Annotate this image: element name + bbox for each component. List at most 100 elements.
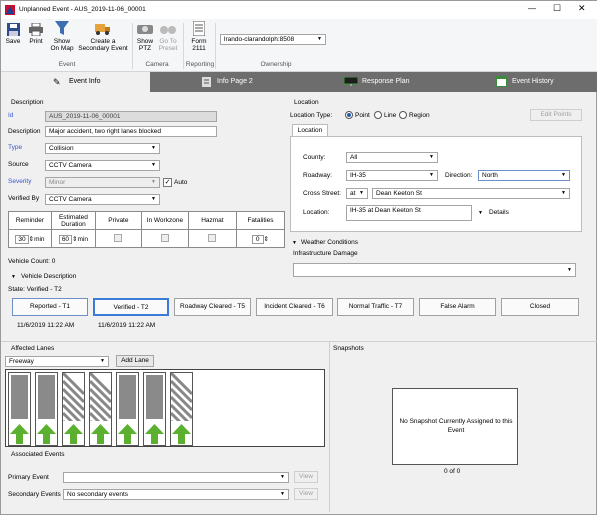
save-button[interactable]: Save xyxy=(4,23,22,45)
lane-3[interactable] xyxy=(62,372,85,446)
radio-line[interactable] xyxy=(374,111,382,119)
stage-roadway-cleared[interactable]: Roadway Cleared - T5 xyxy=(174,298,251,316)
stage-closed[interactable]: Closed xyxy=(501,298,579,316)
lane-7[interactable] xyxy=(170,372,193,446)
details-toggle[interactable]: Details xyxy=(489,209,509,217)
document-icon xyxy=(202,77,211,87)
stage-false-alarm[interactable]: False Alarm xyxy=(419,298,496,316)
col-header-private: Private xyxy=(94,211,142,230)
stage-verified-time: 11/6/2019 11:22 AM xyxy=(98,322,156,329)
title-bar: Unplanned Event - AUS_2019-11-06_00001 —… xyxy=(1,1,597,19)
binoculars-icon xyxy=(160,26,176,34)
location-header: Location xyxy=(294,99,319,106)
chevron-down-icon: ▼ xyxy=(561,172,566,178)
ribbon-toolbar: Save Print Show On Map Create a Secondary … xyxy=(1,19,597,72)
col-header-hazmat: Hazmat xyxy=(187,211,237,230)
tab-event-history[interactable]: Event History xyxy=(448,72,597,92)
auto-checkbox[interactable]: ✓ xyxy=(163,178,172,187)
secondary-events-select[interactable]: No secondary events ▼ xyxy=(63,489,289,500)
ribbon-separator xyxy=(132,23,133,69)
roadway-label: Roadway: xyxy=(303,172,332,179)
edit-points-button[interactable]: Edit Points xyxy=(530,109,582,121)
print-button[interactable]: Print xyxy=(26,23,46,45)
stage-incident-cleared[interactable]: Incident Cleared - T6 xyxy=(256,298,333,316)
secondary-events-label: Secondary Events xyxy=(8,491,61,498)
verified-by-label: Verified By xyxy=(8,195,40,202)
roadway-select[interactable]: IH-35 ▼ xyxy=(346,170,438,181)
in-workzone-checkbox[interactable] xyxy=(140,229,189,248)
expand-triangle-icon[interactable]: ▼ xyxy=(11,273,16,281)
add-lane-button[interactable]: Add Lane xyxy=(116,355,154,367)
primary-event-select[interactable]: ▼ xyxy=(63,472,289,483)
direction-select[interactable]: North ▼ xyxy=(478,170,570,181)
details-triangle-icon[interactable]: ▼ xyxy=(478,209,483,217)
app-icon xyxy=(5,5,15,15)
primary-event-label: Primary Event xyxy=(8,474,49,481)
chevron-down-icon: ▼ xyxy=(151,196,156,202)
severity-select[interactable]: Minor ▼ xyxy=(45,177,160,188)
location-type-label: Location Type: xyxy=(290,112,333,119)
verified-by-select[interactable]: CCTV Camera ▼ xyxy=(45,194,160,205)
close-button[interactable]: ✕ xyxy=(578,4,586,13)
private-checkbox[interactable] xyxy=(94,229,142,248)
weather-triangle-icon[interactable]: ▼ xyxy=(292,239,297,247)
state-label: State: Verified - T2 xyxy=(8,286,62,293)
severity-label: Severity xyxy=(8,178,32,185)
group-label-ownership: Ownership xyxy=(260,61,292,68)
go-to-preset-button[interactable]: Go To Preset xyxy=(157,21,179,52)
lane-2[interactable] xyxy=(35,372,58,446)
tab-event-info[interactable]: ✎ Event Info xyxy=(1,72,150,92)
county-select[interactable]: All ▼ xyxy=(346,152,438,163)
window-title: Unplanned Event - AUS_2019-11-06_00001 xyxy=(19,6,146,13)
save-icon xyxy=(6,23,20,36)
lane-5[interactable] xyxy=(116,372,139,446)
primary-view-button[interactable]: View xyxy=(294,471,318,483)
tab-info-page-2[interactable]: Info Page 2 xyxy=(150,72,299,92)
lane-6[interactable] xyxy=(143,372,166,446)
blocked-hatch-icon xyxy=(171,373,192,421)
cross-street-select[interactable]: Dean Keeton St ▼ xyxy=(372,188,570,199)
duration-stepper[interactable]: 60 ⇕min xyxy=(50,229,96,248)
description-field[interactable]: Major accident, two right lanes blocked xyxy=(45,126,217,137)
infrastructure-damage-select[interactable]: ▼ xyxy=(293,263,576,277)
stage-reported[interactable]: Reported - T1 xyxy=(12,298,88,316)
minimize-button[interactable]: — xyxy=(528,5,536,13)
source-select[interactable]: CCTV Camera ▼ xyxy=(45,160,160,171)
radio-line-label: Line xyxy=(384,112,397,119)
vehicle-description-toggle[interactable]: Vehicle Description xyxy=(21,273,76,281)
arrow-up-icon xyxy=(172,424,191,444)
ownership-select[interactable]: lrando-clarandolph:8508 ▼ xyxy=(220,34,326,45)
hazmat-checkbox[interactable] xyxy=(187,229,237,248)
create-secondary-event-button[interactable]: Create a Secondary Event xyxy=(78,21,128,52)
radio-point[interactable] xyxy=(345,111,353,119)
stage-normal-traffic[interactable]: Normal Traffic - T7 xyxy=(337,298,414,316)
main-tabs: ✎ Event Info Info Page 2 Response Plan E… xyxy=(1,72,597,92)
arrow-up-icon xyxy=(37,424,56,444)
type-label: Type xyxy=(8,144,23,151)
road-type-select[interactable]: Freeway ▼ xyxy=(5,356,109,367)
radio-region-label: Region xyxy=(409,112,430,119)
lane-1[interactable] xyxy=(8,372,31,446)
weather-conditions-toggle[interactable]: Weather Conditions xyxy=(301,239,358,247)
auto-label: Auto xyxy=(174,179,188,186)
radio-point-label: Point xyxy=(355,112,370,119)
chevron-down-icon: ▼ xyxy=(100,358,105,364)
location-field[interactable]: IH-35 at Dean Keeton St xyxy=(346,205,472,221)
radio-region[interactable] xyxy=(399,111,407,119)
lane-4[interactable] xyxy=(89,372,112,446)
fatalities-stepper[interactable]: 0 ⇕ xyxy=(235,229,286,248)
col-header-in-workzone: In Workzone xyxy=(140,211,189,230)
cross-relation-select[interactable]: at ▼ xyxy=(346,188,368,199)
form-2111-button[interactable]: Form 2111 xyxy=(187,21,211,52)
show-on-map-button[interactable]: Show On Map xyxy=(50,21,74,52)
map-funnel-icon xyxy=(55,21,69,35)
blocked-hatch-icon xyxy=(63,373,84,421)
maximize-button[interactable]: ☐ xyxy=(553,4,561,13)
stage-verified[interactable]: Verified - T2 xyxy=(93,298,169,316)
show-ptz-button[interactable]: Show PTZ xyxy=(135,21,155,52)
arrow-up-icon xyxy=(64,424,83,444)
type-select[interactable]: Collision ▼ xyxy=(45,143,160,154)
reminder-stepper[interactable]: 30 ⇕min xyxy=(8,229,52,248)
secondary-view-button[interactable]: View xyxy=(294,488,318,500)
tab-response-plan[interactable]: Response Plan xyxy=(299,72,448,92)
